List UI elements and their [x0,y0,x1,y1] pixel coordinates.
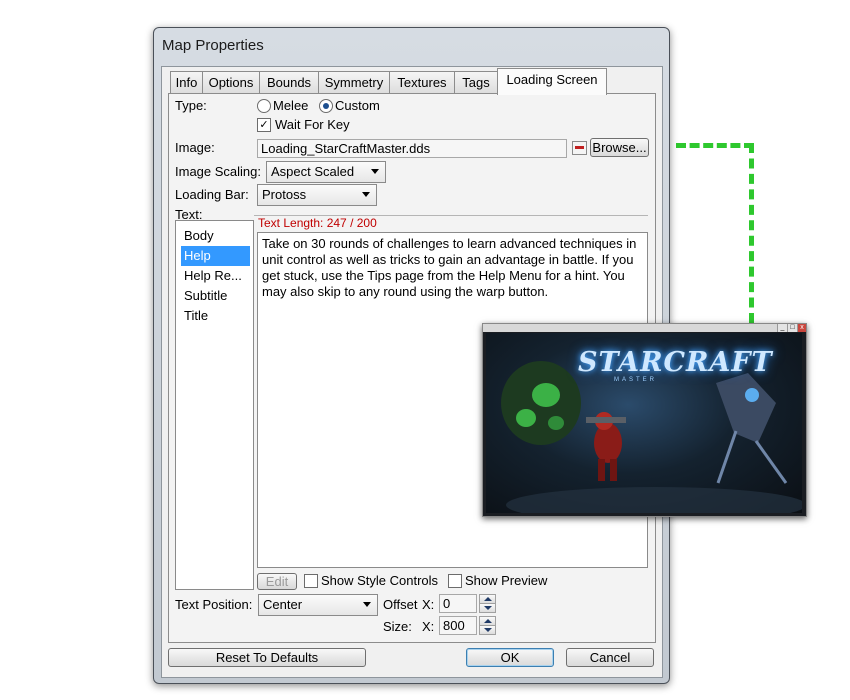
text-type-list[interactable]: Body Help Help Re... Subtitle Title [175,220,254,590]
melee-radio[interactable] [257,99,271,113]
tab-label: Loading Screen [506,72,598,87]
tab-loading-screen[interactable]: Loading Screen [497,68,607,95]
custom-radio[interactable] [319,99,333,113]
clear-icon [575,146,584,149]
tab-info[interactable]: Info [170,71,203,94]
wait-for-key-checkbox[interactable]: ✓ [257,118,271,132]
list-item-subtitle[interactable]: Subtitle [181,286,250,306]
list-item-help-restart[interactable]: Help Re... [181,266,250,286]
starcraft-logo: STARCRAFT [578,347,773,378]
image-scaling-dropdown[interactable]: Aspect Scaled [266,161,386,183]
tab-label: Tags [462,75,490,90]
preview-titlebar [483,324,806,332]
loading-bar-label: Loading Bar: [175,187,249,202]
tab-textures[interactable]: Textures [389,71,455,94]
wait-for-key-label: Wait For Key [275,117,350,132]
text-position-dropdown[interactable]: Center [258,594,378,616]
tab-symmetry[interactable]: Symmetry [318,71,390,94]
text-position-value: Center [263,597,303,612]
tab-options[interactable]: Options [202,71,260,94]
type-label: Type: [175,98,207,113]
custom-label: Custom [335,98,380,113]
size-label: Size: [383,619,412,634]
image-scaling-label: Image Scaling: [175,164,261,179]
ok-button[interactable]: OK [466,648,554,667]
connector-line-horizontal [676,143,754,148]
offset-label: Offset [383,597,418,612]
close-icon[interactable]: x [797,324,806,332]
offset-x-label: X: [422,597,435,612]
chevron-down-icon [371,169,379,174]
browse-button[interactable]: Browse... [590,138,649,157]
maximize-icon[interactable]: □ [787,324,797,332]
size-x-label: X: [422,619,435,634]
cancel-button[interactable]: Cancel [566,648,654,667]
offset-x-spinner[interactable] [479,594,496,613]
tab-label: Textures [397,75,447,90]
text-length-label: Text Length: 247 / 200 [258,216,377,230]
show-preview-checkbox[interactable] [448,574,462,588]
show-preview-label: Show Preview [465,573,548,588]
loading-screen-preview-window: _ □ x STARCRAFT MASTER [482,323,807,517]
size-x-spinner[interactable] [479,616,496,635]
offset-x-input[interactable]: 0 [439,594,477,613]
window-title: Map Properties [162,37,264,54]
spin-down-icon[interactable] [479,625,496,635]
tab-label: Options [208,75,254,90]
image-label: Image: [175,140,215,155]
image-path-field[interactable]: Loading_StarCraftMaster.dds [257,139,567,158]
tab-tags[interactable]: Tags [454,71,498,94]
chevron-down-icon [363,602,371,607]
loading-screen-image: STARCRAFT MASTER [486,333,802,513]
size-x-input[interactable]: 800 [439,616,477,635]
list-item-help[interactable]: Help [181,246,250,266]
tab-label: Bounds [266,75,312,90]
list-item-title[interactable]: Title [181,306,250,326]
tab-bounds[interactable]: Bounds [259,71,319,94]
chevron-down-icon [362,192,370,197]
clear-image-button[interactable] [572,141,587,155]
image-scaling-value: Aspect Scaled [271,164,355,179]
text-position-label: Text Position: [175,597,253,612]
checkmark-icon: ✓ [259,119,269,131]
starcraft-logo-subtitle: MASTER [614,377,658,383]
show-style-controls-label: Show Style Controls [321,573,439,588]
loading-bar-dropdown[interactable]: Protoss [257,184,377,206]
tab-label: Symmetry [324,75,384,90]
reset-to-defaults-button[interactable]: Reset To Defaults [168,648,366,667]
show-style-controls-checkbox[interactable] [304,574,318,588]
tab-label: Info [175,75,198,90]
loading-bar-value: Protoss [262,187,307,202]
connector-line-vertical [749,143,754,323]
list-item-body[interactable]: Body [181,226,250,246]
melee-label: Melee [273,98,309,113]
minimize-icon[interactable]: _ [777,324,787,332]
edit-button[interactable]: Edit [257,573,297,590]
spin-down-icon[interactable] [479,603,496,613]
